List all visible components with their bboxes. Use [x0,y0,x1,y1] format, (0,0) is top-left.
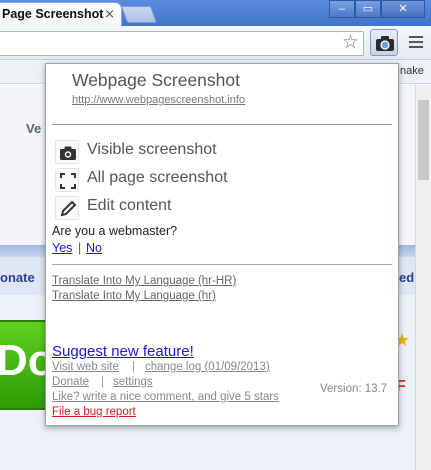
popup-title: Webpage Screenshot [72,70,240,90]
webmaster-question: Are you a webmaster? [52,224,178,238]
edit-content-button[interactable]: Edit content [87,197,172,215]
translate-link-hr[interactable]: Translate Into My Language (hr) [52,290,216,302]
pencil-icon[interactable] [55,196,79,220]
bookmark-item[interactable]: nake [400,65,424,77]
suggest-feature-link[interactable]: Suggest new feature! [52,343,194,360]
translate-link-hr-hr[interactable]: Translate Into My Language (hr-HR) [52,275,236,287]
link-separator: | [132,361,135,373]
link-separator: | [101,376,104,388]
close-tab-icon[interactable]: × [104,7,115,22]
webmaster-no-link[interactable]: No [86,241,102,255]
tab-title: Page Screenshot [2,7,104,21]
change-log-link[interactable]: change log (01/09/2013) [145,361,270,373]
bookmark-star-icon[interactable]: ☆ [342,31,359,53]
webpage-screenshot-extension-button[interactable] [370,29,398,56]
window-controls: – ▭ ✕ [329,0,425,18]
divider [52,264,392,265]
address-bar[interactable] [0,31,364,56]
close-window-button[interactable]: ✕ [381,0,425,18]
review-link[interactable]: Like? write a nice comment, and give 5 s… [52,391,279,403]
minimize-button[interactable]: – [329,0,355,18]
chrome-menu-icon[interactable] [409,36,423,48]
camera-icon [376,36,394,51]
visit-site-link[interactable]: Visit web site [52,361,119,373]
all-page-screenshot-button[interactable]: All page screenshot [87,169,228,187]
scrollbar-thumb[interactable] [418,100,429,180]
bug-report-link[interactable]: File a bug report [52,406,136,418]
webmaster-yes-link[interactable]: Yes [52,241,72,255]
link-separator: | [78,241,82,255]
donate-link[interactable]: Donate [52,376,89,388]
settings-link[interactable]: settings [113,376,153,388]
expand-icon[interactable] [55,168,79,192]
visible-screenshot-button[interactable]: Visible screenshot [87,141,217,159]
page-text-fragment: Ve [26,121,42,136]
page-nav-link-donate[interactable]: onate [0,270,35,285]
browser-toolbar [0,26,431,60]
popup-url-link[interactable]: http://www.webpagescreenshot.info [72,94,245,106]
new-tab-button[interactable] [120,6,158,23]
maximize-button[interactable]: ▭ [355,0,381,18]
camera-icon[interactable] [55,140,79,164]
divider [52,124,392,125]
version-label: Version: 13.7 [320,383,388,395]
browser-tab[interactable]: Page Screenshot × [0,2,122,26]
